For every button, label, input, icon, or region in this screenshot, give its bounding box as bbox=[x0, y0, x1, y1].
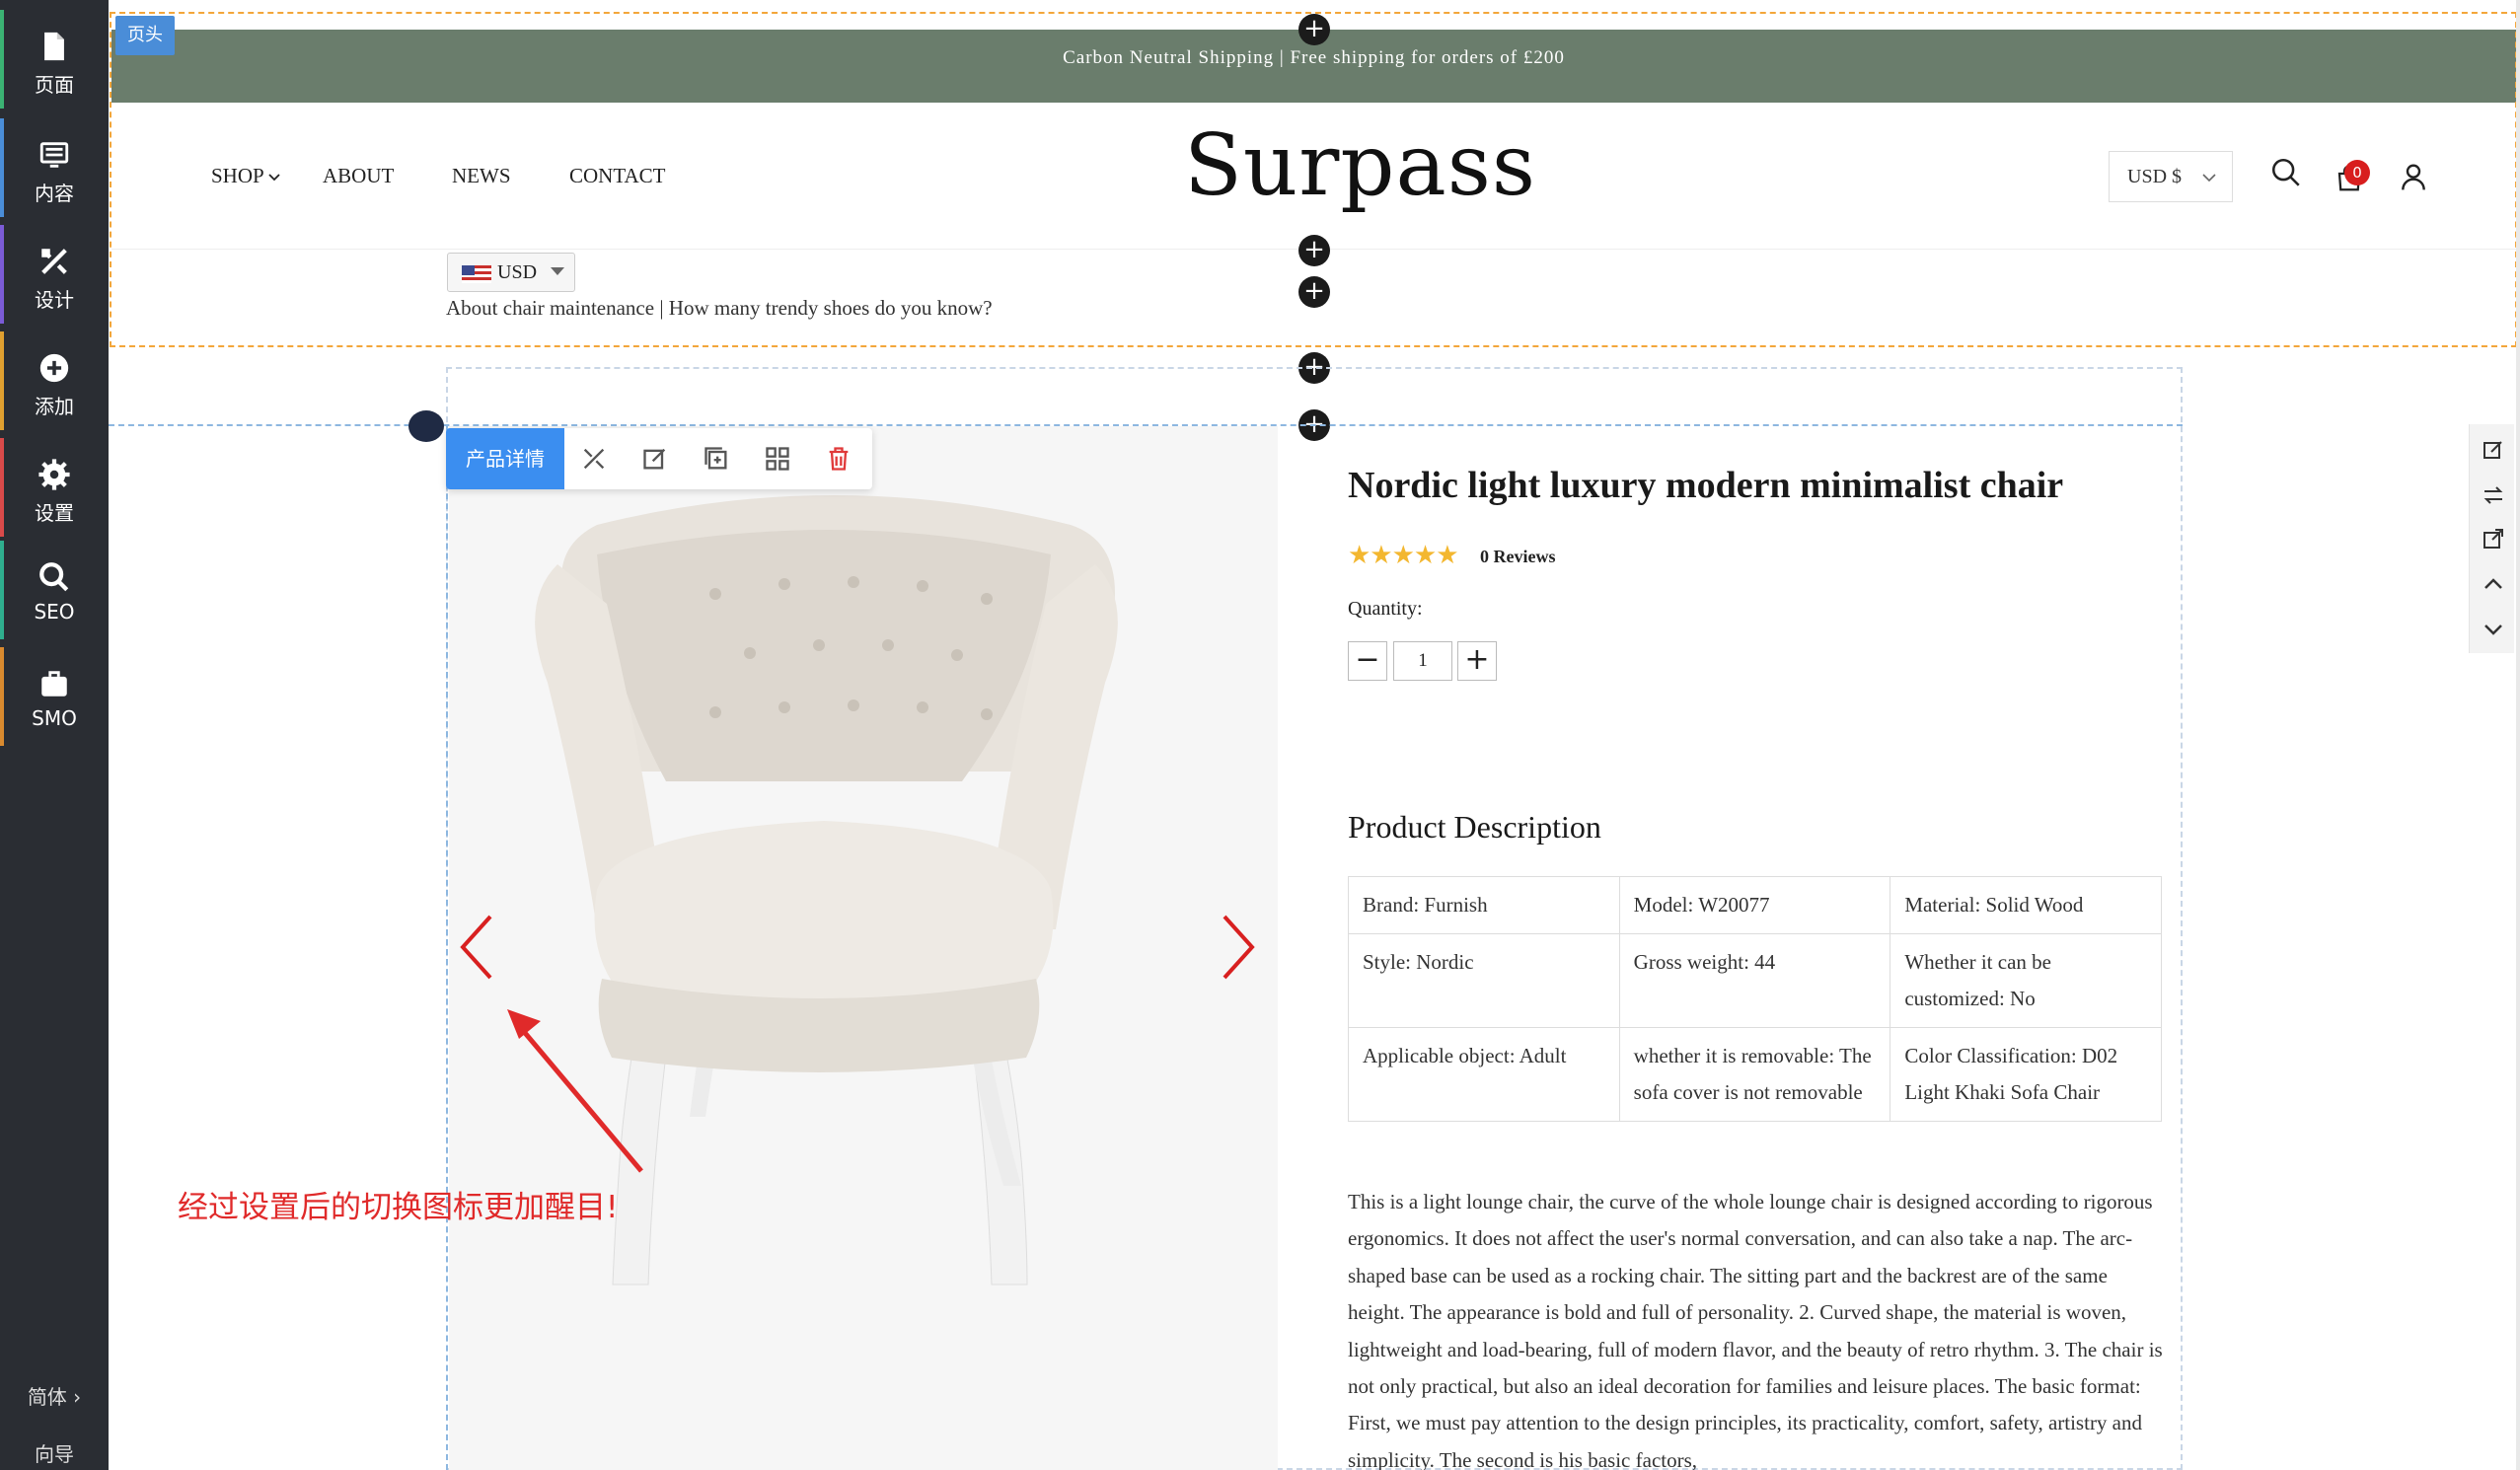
nav-contact[interactable]: CONTACT bbox=[569, 164, 665, 188]
currency-select[interactable]: USD bbox=[447, 253, 575, 292]
sidebar-item-design[interactable]: 设计 bbox=[0, 225, 109, 324]
grid-icon[interactable] bbox=[764, 445, 791, 473]
caret-down-icon bbox=[551, 267, 564, 275]
design-icon[interactable] bbox=[580, 445, 608, 473]
rating-stars: ★★★★★ bbox=[1348, 541, 1459, 569]
settings-icon bbox=[38, 459, 70, 490]
sidebar-item-seo[interactable]: SEO bbox=[0, 541, 109, 639]
content-icon bbox=[39, 142, 69, 168]
header-tag[interactable]: 页头 bbox=[115, 16, 175, 55]
table-cell: Brand: Furnish bbox=[1348, 876, 1620, 934]
table-cell: Model: W20077 bbox=[1618, 876, 1891, 934]
briefcase-icon bbox=[41, 671, 67, 697]
product-description: This is a light lounge chair, the curve … bbox=[1348, 1190, 2163, 1470]
module-handle[interactable] bbox=[408, 410, 444, 442]
account-icon[interactable] bbox=[2398, 160, 2429, 193]
chevron-up-icon[interactable] bbox=[2482, 572, 2505, 596]
delete-icon[interactable] bbox=[825, 445, 852, 473]
sidebar-item-label: SMO bbox=[32, 706, 77, 730]
cart-button[interactable]: 0 bbox=[2335, 160, 2370, 195]
us-flag-icon bbox=[462, 265, 491, 283]
nav-news[interactable]: NEWS bbox=[452, 164, 511, 188]
selected-module-outline-left bbox=[446, 424, 448, 1470]
table-cell: Style: Nordic bbox=[1348, 933, 1620, 1028]
add-section-button[interactable]: + bbox=[1298, 14, 1330, 45]
module-label[interactable]: 产品详情 bbox=[446, 428, 564, 489]
right-tool-strip bbox=[2469, 424, 2514, 653]
header-links[interactable]: About chair maintenance | How many trend… bbox=[446, 296, 993, 321]
copy-icon[interactable] bbox=[703, 445, 730, 473]
editor-sidebar: 页面 内容 设计 添加 设置 SEO SMO 简体 › 向导 bbox=[0, 0, 109, 1470]
product-image-chair bbox=[535, 495, 1118, 1286]
quantity-input[interactable]: 1 bbox=[1393, 641, 1452, 681]
site-logo[interactable]: Surpass bbox=[1184, 116, 1536, 215]
scrollbar[interactable] bbox=[2516, 0, 2520, 1470]
cart-count-badge: 0 bbox=[2344, 160, 2370, 185]
table-row: Brand: Furnish Model: W20077 Material: S… bbox=[1348, 876, 2162, 934]
sidebar-item-content[interactable]: 内容 bbox=[0, 118, 109, 217]
chevron-down-icon bbox=[2202, 174, 2216, 183]
annotation-text: 经过设置后的切换图标更加醒目! bbox=[178, 1190, 619, 1225]
sidebar-item-label: 页面 bbox=[35, 73, 74, 97]
edit-icon[interactable] bbox=[641, 445, 669, 473]
annotation-arrow-icon bbox=[507, 1009, 643, 1173]
table-cell: Color Classification: D02 Light Khaki So… bbox=[1890, 1027, 2162, 1122]
currency-dropdown[interactable]: USD $ bbox=[2109, 151, 2233, 202]
sidebar-item-settings[interactable]: 设置 bbox=[0, 438, 109, 537]
module-toolbar: 产品详情 bbox=[446, 428, 872, 489]
swap-icon[interactable] bbox=[2482, 483, 2505, 507]
sidebar-item-page[interactable]: 页面 bbox=[0, 10, 109, 109]
page-icon bbox=[44, 32, 64, 61]
table-row: Applicable object: Adult whether it is r… bbox=[1348, 1027, 2162, 1122]
nav-about[interactable]: ABOUT bbox=[323, 164, 394, 188]
product-image-gallery[interactable] bbox=[449, 426, 1278, 1470]
add-section-button[interactable]: + bbox=[1298, 276, 1330, 308]
table-row: Style: Nordic Gross weight: 44 Whether i… bbox=[1348, 933, 2162, 1028]
add-icon bbox=[39, 353, 69, 383]
quantity-increase-button[interactable]: + bbox=[1457, 641, 1497, 681]
table-cell: Whether it can be customized: No bbox=[1890, 933, 2162, 1028]
sidebar-item-label: SEO bbox=[34, 600, 75, 624]
product-title: Nordic light luxury modern minimalist ch… bbox=[1348, 465, 2064, 506]
quantity-label: Quantity: bbox=[1348, 598, 1423, 620]
table-cell: Gross weight: 44 bbox=[1618, 933, 1891, 1028]
spec-table: Brand: Furnish Model: W20077 Material: S… bbox=[1348, 876, 2162, 1122]
search-icon bbox=[39, 562, 69, 592]
external-link-icon[interactable] bbox=[2482, 527, 2505, 551]
sidebar-item-label: 内容 bbox=[35, 182, 74, 205]
chevron-down-icon[interactable] bbox=[2482, 618, 2505, 641]
chevron-left-icon[interactable] bbox=[455, 913, 504, 982]
reviews-count[interactable]: 0 Reviews bbox=[1480, 547, 1555, 567]
add-section-button[interactable]: + bbox=[1298, 235, 1330, 266]
sidebar-item-add[interactable]: 添加 bbox=[0, 331, 109, 430]
language-switch[interactable]: 简体 › bbox=[0, 1381, 109, 1410]
quantity-decrease-button[interactable]: − bbox=[1348, 641, 1387, 681]
search-icon[interactable] bbox=[2269, 156, 2303, 189]
table-cell: Applicable object: Adult bbox=[1348, 1027, 1620, 1122]
sidebar-item-smo[interactable]: SMO bbox=[0, 647, 109, 746]
design-icon bbox=[41, 249, 67, 274]
guide-link[interactable]: 向导 bbox=[0, 1438, 109, 1467]
chevron-right-icon[interactable] bbox=[1211, 913, 1260, 982]
table-cell: whether it is removable: The sofa cover … bbox=[1618, 1027, 1891, 1122]
sidebar-item-label: 设置 bbox=[35, 501, 74, 525]
chevron-down-icon bbox=[268, 174, 280, 182]
sidebar-item-label: 添加 bbox=[35, 395, 74, 418]
table-cell: Material: Solid Wood bbox=[1890, 876, 2162, 934]
nav-shop[interactable]: SHOP bbox=[211, 164, 280, 188]
description-heading: Product Description bbox=[1348, 809, 1601, 845]
edit-icon[interactable] bbox=[2482, 438, 2505, 462]
sidebar-item-label: 设计 bbox=[35, 288, 74, 312]
